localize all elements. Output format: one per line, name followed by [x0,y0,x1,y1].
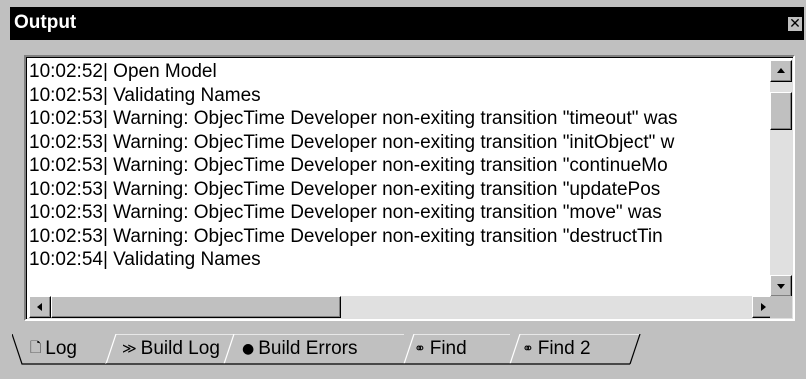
binoculars-icon: ⚭ [522,341,534,357]
log-line: 10:02:52| Open Model [29,61,217,82]
tab-build-errors[interactable]: ● Build Errors [242,334,357,364]
tab-log-label: Log [45,338,77,359]
vertical-scroll-thumb[interactable] [770,92,792,130]
log-panel: 10:02:52| Open Model 10:02:53| Validatin… [24,55,795,321]
tab-build-log-label: Build Log [140,338,220,359]
tab-find-2[interactable]: ⚭ Find 2 [522,334,591,364]
binoculars-icon: ⚭ [414,341,426,357]
arrow-up-icon [777,68,785,73]
scrollbar-corner [770,296,792,318]
tab-build-errors-label: Build Errors [258,338,358,359]
horizontal-scrollbar[interactable] [29,296,774,318]
log-line: 10:02:53| Warning: ObjecTime Developer n… [29,131,675,153]
log-line: 10:02:53| Warning: ObjecTime Developer n… [29,178,661,200]
tab-find-2-label: Find 2 [537,338,591,359]
build-icon: ≫ [122,341,137,357]
scroll-up-button[interactable] [770,60,792,82]
output-window: Output ✕ 10:02:52| Open Model 10:02:53| … [0,0,806,379]
vertical-scrollbar[interactable] [770,60,792,297]
close-icon[interactable]: ✕ [788,17,802,31]
log-line: 10:02:53| Warning: ObjecTime Developer n… [29,108,678,129]
output-titlebar[interactable]: Output ✕ [10,7,804,40]
tab-find[interactable]: ⚭ Find [414,334,467,364]
tab-find-label: Find [429,338,467,359]
log-line: 10:02:53| Warning: ObjecTime Developer n… [29,155,668,176]
log-line: 10:02:53| Validating Names [29,84,261,106]
tab-log[interactable]: 🗋 Log [30,334,77,364]
scroll-down-button[interactable] [770,275,792,297]
arrow-right-icon [761,303,766,311]
log-line: 10:02:54| Validating Names [29,249,261,270]
document-icon: 🗋 [30,340,42,356]
arrow-left-icon [37,303,42,311]
log-list: 10:02:52| Open Model 10:02:53| Validatin… [29,60,774,297]
tab-build-log[interactable]: ≫ Build Log [122,334,220,364]
log-line: 10:02:53| Warning: ObjecTime Developer n… [29,202,662,223]
output-tabs: 🗋 Log ≫ Build Log ● Build Errors ⚭ Find … [12,334,722,365]
log-line: 10:02:53| Warning: ObjecTime Developer n… [29,225,663,247]
window-title: Output [14,12,77,33]
stop-icon: ● [242,341,255,357]
horizontal-scroll-thumb[interactable] [51,296,341,318]
arrow-down-icon [777,284,785,289]
scroll-left-button[interactable] [29,296,51,318]
